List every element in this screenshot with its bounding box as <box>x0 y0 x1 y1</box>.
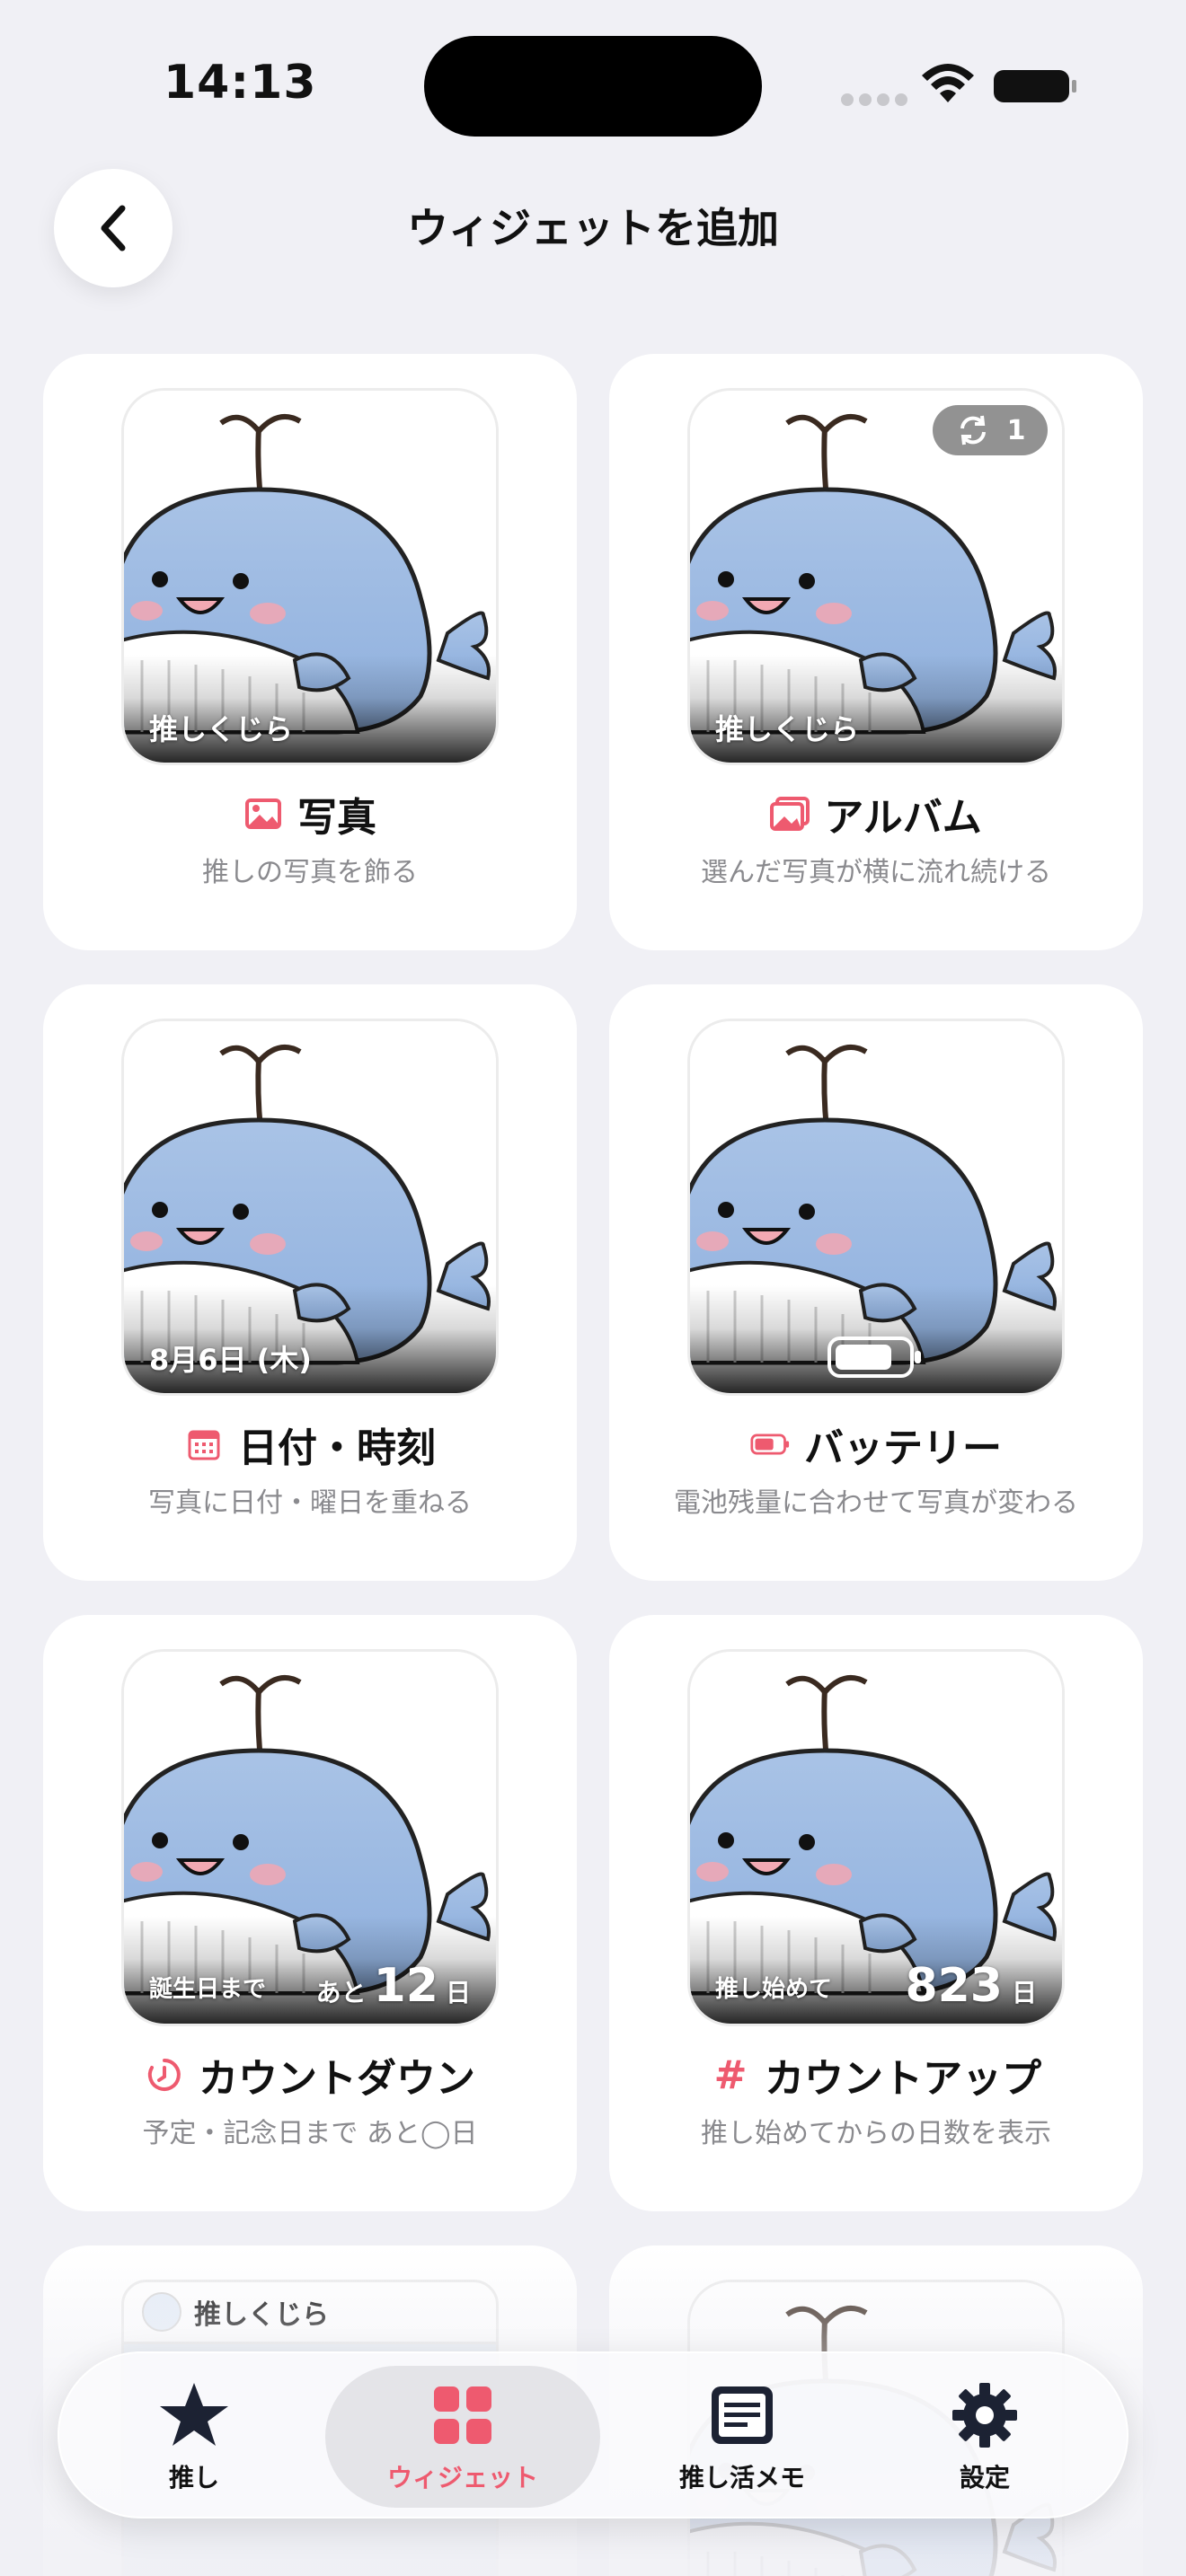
widget-title: アルバム <box>824 795 982 841</box>
album-icon <box>770 794 810 834</box>
memo-name: 推しくじら <box>194 2299 329 2331</box>
avatar <box>142 2292 181 2332</box>
refresh-icon <box>960 415 986 446</box>
widget-card-countup[interactable]: 推し始めて 823 日 # カウントアップ 推し始めてからの日数を表示 <box>609 1615 1143 2211</box>
status-time: 14:13 <box>164 56 317 110</box>
photo-icon <box>243 794 283 834</box>
timer-icon <box>145 2055 184 2095</box>
widget-card-date[interactable]: 8月6日 (木) 日付・時刻 写真に日付・曜日を重ねる <box>43 984 577 1581</box>
widget-description: 推しの写真を飾る <box>202 857 418 888</box>
album-count-badge: 1 <box>933 405 1048 455</box>
widget-card-battery[interactable]: バッテリー 電池残量に合わせて写真が変わる <box>609 984 1143 1581</box>
battery-level-icon <box>828 1337 921 1378</box>
note-icon <box>712 2386 773 2444</box>
widget-card-photo[interactable]: 推しくじら 写真 推しの写真を飾る <box>43 354 577 950</box>
preview-date: 8月6日 (木) <box>149 1343 312 1377</box>
widget-title: バッテリー <box>804 1425 1002 1471</box>
battery-icon <box>750 1425 790 1464</box>
widget-preview <box>687 1019 1065 1396</box>
widget-preview: 推し始めて 823 日 <box>687 1649 1065 2026</box>
wifi-icon <box>922 64 974 102</box>
preview-countup-label: 推し始めて <box>715 1976 833 2003</box>
signal-dots-icon <box>841 93 907 106</box>
widget-description: 選んだ写真が横に流れ続ける <box>701 857 1051 888</box>
widget-title: 写真 <box>297 795 376 841</box>
page-title: ウィジェットを追加 <box>407 204 779 252</box>
preview-countdown-value: あと 12 日 <box>315 1959 471 2013</box>
widget-preview: 推しくじら <box>121 388 499 765</box>
widget-grid: 推しくじら 写真 推しの写真を飾る 1 推しくじら アルバム 選んだ写真が横に流… <box>43 354 1143 2576</box>
preview-caption: 推しくじら <box>715 712 860 746</box>
widget-card-album[interactable]: 1 推しくじら アルバム 選んだ写真が横に流れ続ける <box>609 354 1143 950</box>
widget-description: 電池残量に合わせて写真が変わる <box>674 1487 1078 1519</box>
calendar-icon <box>184 1425 224 1464</box>
tab-memo[interactable]: 推し活メモ <box>643 2366 841 2508</box>
tab-oshi[interactable]: 推し <box>122 2366 266 2508</box>
widget-preview: 1 推しくじら <box>687 388 1065 765</box>
widget-description: 予定・記念日まで あと◯日 <box>142 2118 478 2149</box>
memo-preview-header: 推しくじら <box>121 2280 499 2344</box>
widget-preview: 8月6日 (木) <box>121 1019 499 1396</box>
widget-title: カウントアップ <box>765 2056 1041 2102</box>
preview-caption: 推しくじら <box>149 712 294 746</box>
tab-bar: 推し ウィジェット 推し活メモ 設定 <box>58 2351 1128 2519</box>
preview-countup-value: 823 日 <box>905 1959 1037 2013</box>
hash-icon: # <box>713 2051 748 2098</box>
tab-settings[interactable]: 設定 <box>913 2366 1057 2508</box>
widget-card-countdown[interactable]: 誕生日まで あと 12 日 カウントダウン 予定・記念日まで あと◯日 <box>43 1615 577 2211</box>
tab-widget[interactable]: ウィジェット <box>325 2366 600 2508</box>
gear-icon <box>952 2383 1017 2448</box>
widget-description: 推し始めてからの日数を表示 <box>701 2118 1051 2149</box>
widget-description: 写真に日付・曜日を重ねる <box>148 1487 472 1519</box>
widget-title: 日付・時刻 <box>238 1425 436 1471</box>
battery-status-icon <box>994 70 1076 102</box>
widget-preview: 誕生日まで あと 12 日 <box>121 1649 499 2026</box>
dynamic-island <box>424 36 762 137</box>
preview-countdown-label: 誕生日まで <box>149 1976 267 2003</box>
widget-title: カウントダウン <box>199 2056 475 2102</box>
grid-icon <box>434 2386 491 2444</box>
star-icon <box>160 2383 228 2446</box>
